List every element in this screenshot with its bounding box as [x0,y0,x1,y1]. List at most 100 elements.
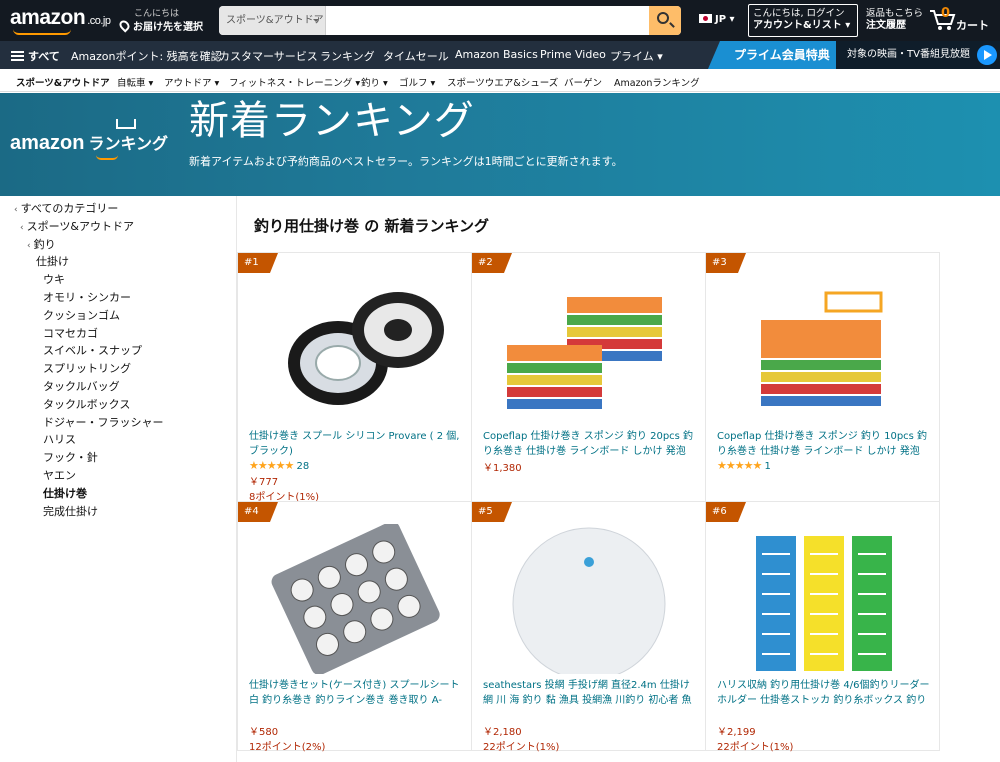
prime-video-promo[interactable]: 対象の映画・TV番組見放題 [836,41,1000,69]
product-image-spool-case[interactable] [258,524,453,674]
product-grid: #1 仕掛け巻き スプール シリコン Provare ( 2 個, ブラック) … [237,252,941,762]
search-button[interactable] [649,6,681,35]
rating[interactable]: ★★★★★ 1 [717,459,771,472]
cart-label: カート [956,19,989,32]
cart-button[interactable]: 0 カート [929,6,989,34]
product-price: ￥580 [249,727,279,738]
chevron-left-icon: ‹ [14,205,18,215]
product-card: #2 Copeflap 仕掛け巻き スポンジ 釣り 20pcs 釣り糸巻き 仕掛… [471,252,706,502]
product-price: ￥2,180 [483,727,522,738]
orders-label: 注文履歴 [866,20,906,31]
sidebar-item-tackle-bag[interactable]: タックルバッグ [43,378,120,396]
banner-subtitle: 新着アイテムおよび予約商品のベストセラー。ランキングは1時間ごとに更新されます。 [189,155,623,168]
nav-item-prime-video[interactable]: Prime Video [540,48,606,61]
amazon-logo[interactable]: amazon .co.jp [10,6,111,35]
rank-badge: #6 [706,502,746,522]
review-count: 28 [296,461,310,472]
subnav-bicycle[interactable]: 自転車 ▾ [117,75,153,89]
sidebar-item-harris[interactable]: ハリス [43,431,76,449]
review-count: 1 [764,461,771,472]
sidebar-item-tackle-box[interactable]: タックルボックス [43,396,130,414]
product-image-foam-boards[interactable] [726,275,921,425]
sidebar-item-dodger-flasher[interactable]: ドジャー・フラッシャー [43,414,163,432]
product-title-link[interactable]: 仕掛け巻きセット(ケース付き) スプールシート白 釣り糸巻き 釣りライン巻き 巻… [249,678,465,708]
product-card: #5 seathestars 投網 手投げ網 直径2.4m 仕掛け網 川 海 釣… [471,501,706,753]
product-title-link[interactable]: ハリス収納 釣り用仕掛け巻 4/6個釣りリーダーホルダー 仕掛巻ストッカ 釣り糸… [717,678,933,708]
orders-link[interactable]: 返品もこちら 注文履歴 [866,8,923,32]
rank-badge: #1 [238,253,278,273]
japan-flag-icon [699,14,712,23]
language-selector[interactable]: JP ▾ [699,14,735,25]
deliver-to[interactable]: こんにちは お届け先を選択 [117,9,203,33]
hamburger-icon [11,51,24,61]
product-title-link[interactable]: Copeflap 仕掛け巻き スポンジ 釣り 10pcs 釣り糸巻き 仕掛け巻 … [717,429,933,459]
product-title-link[interactable]: 仕掛け巻き スプール シリコン Provare ( 2 個, ブラック) [249,429,465,459]
ranking-banner: amazon ランキング 新着ランキング 新着アイテムおよび予約商品のベストセラー… [0,93,1000,196]
prime-benefits-banner[interactable]: プライム会員特典 [708,41,836,69]
sidebar-item-complete-rig[interactable]: 完成仕掛け [43,503,98,521]
subnav-sportswear[interactable]: スポーツウエア&シューズ [447,75,558,89]
logo-smile-icon [13,29,71,35]
product-image-cast-net[interactable] [492,524,687,674]
deliver-greeting: こんにちは [134,9,180,19]
product-card: #3 Copeflap 仕掛け巻き スポンジ 釣り 10pcs 釣り糸巻き 仕掛… [705,252,940,502]
subnav-sports-outdoor[interactable]: スポーツ&アウトドア [16,75,110,89]
account-greeting: こんにちは, ログイン [753,8,845,19]
banner-smile-icon [96,155,118,160]
chevron-left-icon: ‹ [20,222,24,233]
account-lists: アカウント&リスト ▾ [753,20,851,31]
sidebar-item-yaen[interactable]: ヤエン [43,467,76,485]
main-nav: すべて Amazonポイント: 残高を確認 カスタマーサービス ランキング タイ… [0,41,1000,69]
product-title-link[interactable]: seathestars 投網 手投げ網 直径2.4m 仕掛け網 川 海 釣り 黏… [483,678,699,708]
rank-badge: #5 [472,502,512,522]
deliver-label: お届け先を選択 [133,22,203,33]
sidebar-item-swivel-snap[interactable]: スイベル・スナップ [43,342,142,360]
product-card: #1 仕掛け巻き スプール シリコン Provare ( 2 個, ブラック) … [237,252,472,503]
rating[interactable]: ★★★★★ 28 [249,459,309,472]
product-image-foam-boards[interactable] [492,275,687,425]
language-label: JP [715,14,727,25]
account-menu[interactable]: こんにちは, ログイン アカウント&リスト ▾ [748,4,858,37]
nav-item-timesale[interactable]: タイムセール [383,48,449,64]
location-pin-icon [117,18,132,33]
sidebar-item-sinker[interactable]: オモリ・シンカー [43,289,131,307]
subnav-golf[interactable]: ゴルフ ▾ [399,75,435,89]
crown-icon [116,119,136,129]
search-input[interactable] [326,6,649,35]
chevron-left-icon: ‹ [27,240,31,251]
category-subnav: スポーツ&アウトドア 自転車 ▾ アウトドア ▾ フィットネス・トレーニング ▾… [0,69,1000,92]
all-menu-button[interactable]: すべて [11,48,60,64]
amazon-ranking-logo: amazon ランキング [10,132,168,154]
product-points: 22ポイント(1%) [483,742,560,753]
rank-badge: #4 [238,502,278,522]
nav-item-prime[interactable]: プライム ▾ [610,48,663,64]
sidebar-item-shikake-maki-selected[interactable]: 仕掛け巻 [43,485,87,503]
subnav-bargain[interactable]: バーゲン [564,75,602,89]
product-card: #6 ハリス収納 釣り用仕掛け巻 4/6個釣りリーダーホルダー 仕掛巻ストッカ … [705,501,940,753]
logo-text: amazon [10,6,86,29]
nav-item-amazon-basics[interactable]: Amazon Basics [455,48,538,61]
nav-item-customer-service[interactable]: カスタマーサービス [219,48,318,64]
nav-item-points[interactable]: Amazonポイント: 残高を確認 [71,48,222,64]
sidebar-item-shikake[interactable]: 仕掛け [36,253,69,271]
product-image-leader-holder[interactable] [726,524,921,674]
page-title: 釣り用仕掛け巻 の 新着ランキング [254,217,489,235]
search-icon [657,12,669,24]
sidebar-item-cushion-rubber[interactable]: クッションゴム [43,307,120,325]
sidebar-item-hook[interactable]: フック・針 [43,449,98,467]
search-category-select[interactable]: スポーツ&アウトドア [219,6,326,35]
subnav-outdoor[interactable]: アウトドア ▾ [164,75,219,89]
product-points: 12ポイント(2%) [249,742,326,753]
product-image-spool[interactable] [258,275,453,425]
product-title-link[interactable]: Copeflap 仕掛け巻き スポンジ 釣り 20pcs 釣り糸巻き 仕掛け巻 … [483,429,699,459]
nav-item-ranking[interactable]: ランキング [320,48,375,64]
product-price: ￥2,199 [717,727,756,738]
cart-count: 0 [941,6,951,21]
subnav-fishing[interactable]: 釣り ▾ [361,75,388,89]
subnav-amazon-ranking[interactable]: Amazonランキング [614,75,700,89]
sidebar-item-uki[interactable]: ウキ [43,271,65,289]
search-bar: スポーツ&アウトドア [219,6,681,35]
subnav-fitness[interactable]: フィットネス・トレーニング ▾ [229,75,360,89]
sidebar-item-split-ring[interactable]: スプリットリング [43,360,131,378]
sidebar-item-komase-kago[interactable]: コマセカゴ [43,325,98,343]
